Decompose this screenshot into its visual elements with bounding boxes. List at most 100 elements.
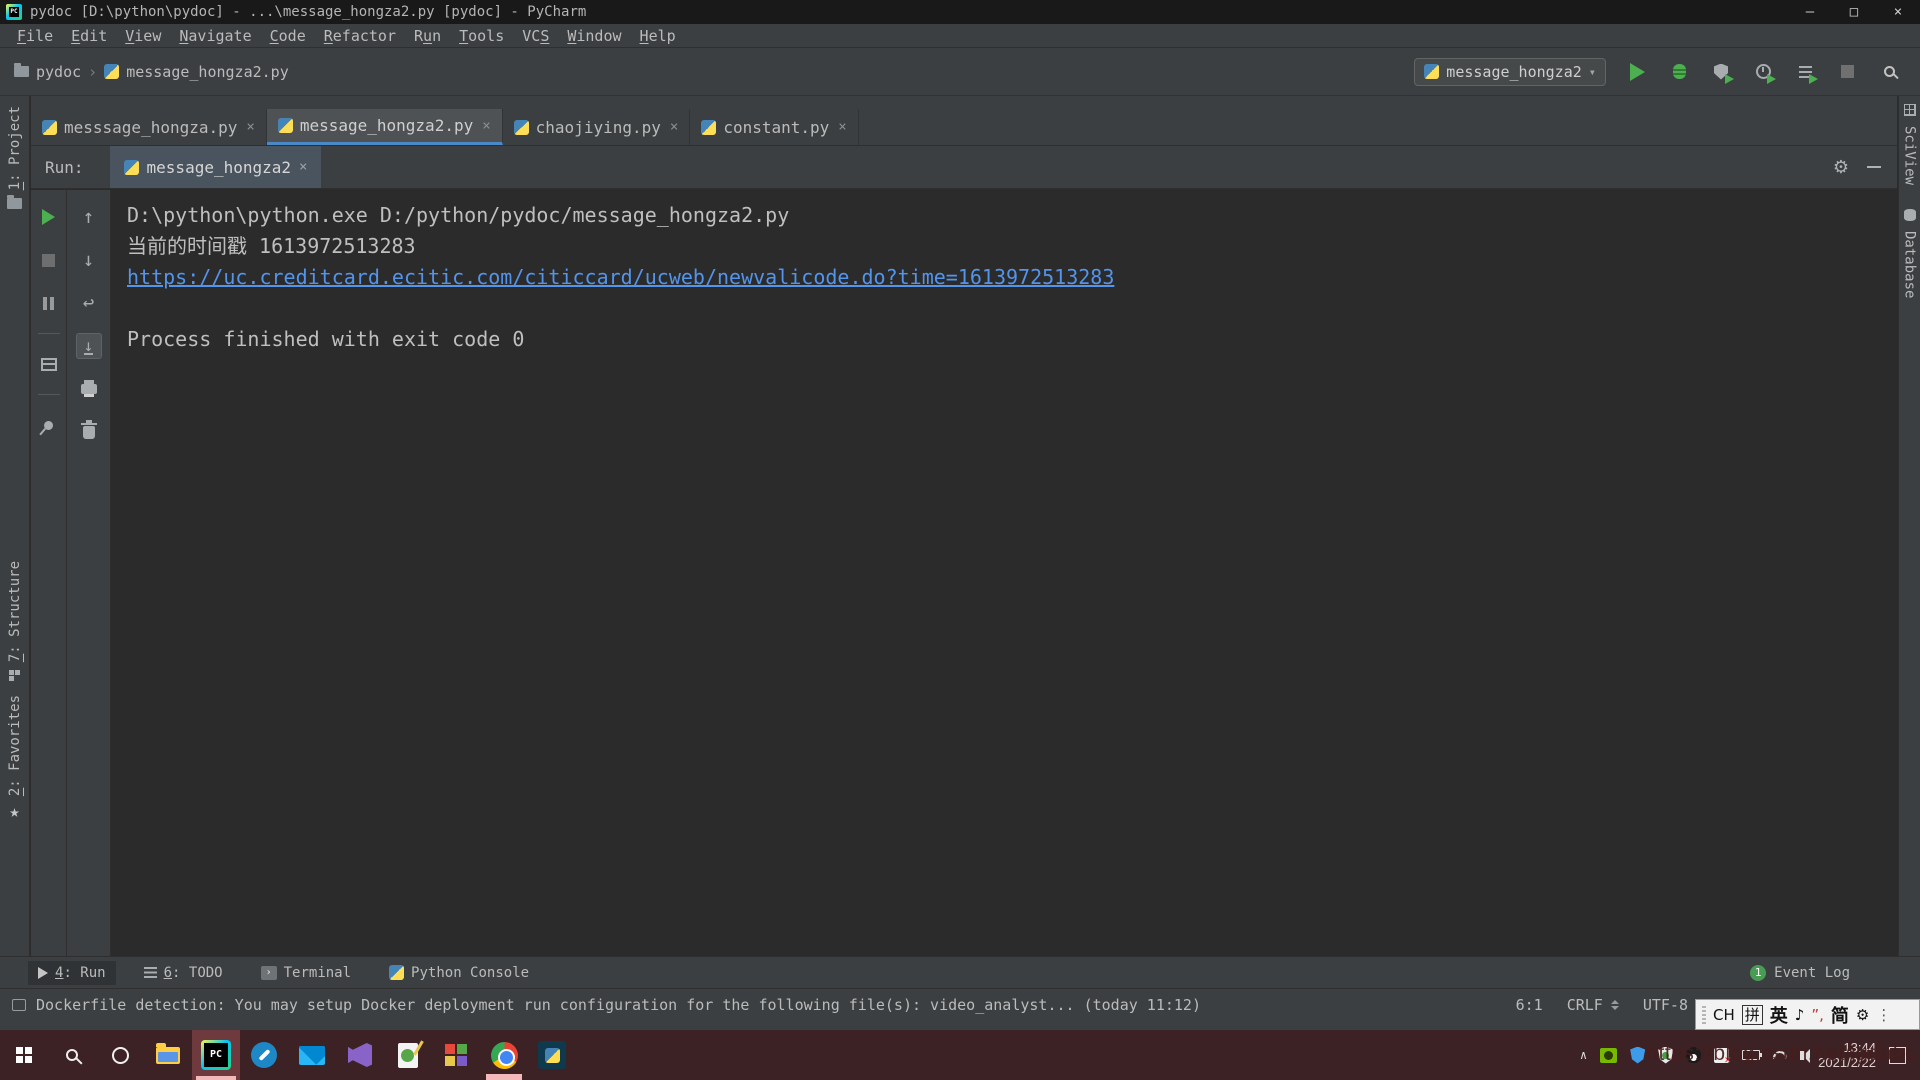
menu-refactor[interactable]: Refactor xyxy=(315,27,405,45)
sidebar-item-project[interactable]: 1: Project xyxy=(7,106,23,190)
file-explorer-button[interactable] xyxy=(144,1030,192,1080)
minimize-button[interactable]: — xyxy=(1788,0,1832,24)
toolwindow-python-console[interactable]: Python Console xyxy=(379,961,539,985)
main-toolbar: pydoc › message_hongza2.py message_hongz… xyxy=(0,48,1920,96)
menu-window[interactable]: Window xyxy=(558,27,630,45)
close-icon[interactable]: × xyxy=(299,159,307,175)
profile-button[interactable] xyxy=(1752,61,1774,83)
menu-vcs[interactable]: VCS xyxy=(513,27,558,45)
run-panel-header: Run: message_hongza2 × ⚙ xyxy=(31,145,1897,189)
breadcrumb: pydoc › message_hongza2.py xyxy=(0,63,289,81)
sidebar-item-structure[interactable]: 7: Structure xyxy=(7,561,23,662)
chevron-down-icon: ▾ xyxy=(1589,65,1596,79)
close-icon[interactable]: × xyxy=(838,119,846,135)
stop-button[interactable] xyxy=(1836,61,1858,83)
soft-wrap-button[interactable]: ↩ xyxy=(76,290,102,316)
python-console-taskbar-button[interactable] xyxy=(528,1030,576,1080)
menu-tools[interactable]: Tools xyxy=(450,27,513,45)
caret-position[interactable]: 6:1 xyxy=(1516,996,1543,1014)
title-bar: PC pydoc [D:\python\pydoc] - ...\message… xyxy=(0,0,1920,24)
python-file-icon xyxy=(124,160,139,175)
menu-code[interactable]: Code xyxy=(261,27,315,45)
menu-file[interactable]: File xyxy=(8,27,62,45)
sidebar-item-sciview[interactable]: SciView xyxy=(1902,126,1918,185)
settings-tool-button[interactable] xyxy=(240,1030,288,1080)
ime-language-indicator[interactable]: CH xyxy=(1713,1006,1735,1024)
rerun-button[interactable] xyxy=(36,204,62,230)
wrap-icon: ↩ xyxy=(83,294,94,313)
console-hyperlink[interactable]: https://uc.creditcard.ecitic.com/citicca… xyxy=(127,262,1897,293)
scroll-to-end-button[interactable]: ↓ xyxy=(76,333,102,359)
menu-edit[interactable]: Edit xyxy=(62,27,116,45)
close-icon[interactable]: × xyxy=(482,118,490,134)
console-command-line: D:\python\python.exe D:/python/pydoc/mes… xyxy=(127,200,1897,231)
toolwindow-terminal[interactable]: › Terminal xyxy=(251,961,361,985)
ime-pinyin-mode[interactable]: 拼 xyxy=(1742,1005,1763,1025)
python-file-icon xyxy=(104,64,119,79)
breadcrumb-file[interactable]: message_hongza2.py xyxy=(126,63,289,81)
ime-settings-gear-icon[interactable]: ⚙ xyxy=(1856,1006,1869,1024)
menu-help[interactable]: Help xyxy=(631,27,685,45)
toolwindow-todo[interactable]: 6: TODO xyxy=(134,961,233,985)
restore-layout-button[interactable] xyxy=(36,351,62,377)
tab-message-hongza2[interactable]: message_hongza2.py × xyxy=(267,109,503,145)
ime-punctuation-toggle[interactable]: ”, xyxy=(1811,1006,1824,1024)
status-message[interactable]: Dockerfile detection: You may setup Dock… xyxy=(36,996,1201,1014)
menu-view[interactable]: View xyxy=(116,27,170,45)
start-button[interactable] xyxy=(0,1030,48,1080)
arrow-down-icon: ↓ xyxy=(83,251,94,270)
close-icon[interactable]: × xyxy=(670,119,678,135)
maximize-button[interactable]: □ xyxy=(1832,0,1876,24)
stop-button[interactable] xyxy=(36,247,62,273)
ime-simplified-toggle[interactable]: 简 xyxy=(1831,1002,1849,1028)
console-output: D:\python\python.exe D:/python/pydoc/mes… xyxy=(111,190,1897,956)
concurrency-diagram-button[interactable] xyxy=(1794,61,1816,83)
drag-handle[interactable] xyxy=(1702,1006,1706,1024)
sidebar-item-favorites[interactable]: 2: Favorites xyxy=(7,695,23,796)
taskbar-search-button[interactable] xyxy=(48,1030,96,1080)
tab-chaojiying[interactable]: chaojiying.py × xyxy=(503,109,691,145)
menu-run[interactable]: Run xyxy=(405,27,450,45)
pause-output-button[interactable] xyxy=(36,290,62,316)
sidebar-item-database[interactable]: Database xyxy=(1902,231,1918,298)
run-configuration-select[interactable]: message_hongza2 ▾ xyxy=(1414,58,1606,86)
ime-more-icon[interactable]: ⋮ xyxy=(1876,1006,1891,1024)
file-encoding[interactable]: UTF-8 xyxy=(1643,996,1688,1014)
run-panel-tab[interactable]: message_hongza2 × xyxy=(110,146,322,188)
cortana-button[interactable] xyxy=(96,1030,144,1080)
clear-all-button[interactable] xyxy=(76,419,102,445)
close-button[interactable]: × xyxy=(1876,0,1920,24)
folder-icon xyxy=(14,66,29,77)
toolwindow-run[interactable]: 4: Run xyxy=(28,961,116,985)
editor-tab-bar: messsage_hongza.py × message_hongza2.py … xyxy=(31,96,1897,145)
event-log-button[interactable]: 1 Event Log xyxy=(1750,965,1920,981)
notes-app-button[interactable] xyxy=(384,1030,432,1080)
run-with-coverage-button[interactable] xyxy=(1710,61,1732,83)
hide-panel-icon[interactable] xyxy=(1867,166,1881,168)
ime-english-toggle[interactable]: 英 xyxy=(1770,1002,1788,1028)
notification-icon xyxy=(12,999,26,1011)
chrome-button[interactable] xyxy=(480,1030,528,1080)
breadcrumb-project[interactable]: pydoc xyxy=(36,63,81,81)
play-icon xyxy=(1809,74,1818,84)
office-app-button[interactable] xyxy=(432,1030,480,1080)
line-separator[interactable]: CRLF xyxy=(1567,996,1603,1014)
gear-icon[interactable]: ⚙ xyxy=(1833,157,1849,178)
pycharm-taskbar-button[interactable]: PC xyxy=(192,1030,240,1080)
console-timestamp-line: 当前的时间戳 1613972513283 xyxy=(127,231,1897,262)
close-icon[interactable]: × xyxy=(246,119,254,135)
tab-constant[interactable]: constant.py × xyxy=(690,109,858,145)
pin-tab-button[interactable] xyxy=(36,412,62,438)
up-stack-trace-button[interactable]: ↑ xyxy=(76,204,102,230)
visual-studio-button[interactable] xyxy=(336,1030,384,1080)
ime-sound-icon[interactable]: ♪ xyxy=(1795,1006,1805,1024)
print-button[interactable] xyxy=(76,376,102,402)
run-button[interactable] xyxy=(1626,61,1648,83)
run-panel-label: Run: xyxy=(31,158,84,177)
mail-button[interactable] xyxy=(288,1030,336,1080)
menu-navigate[interactable]: Navigate xyxy=(170,27,260,45)
tab-messsage-hongza[interactable]: messsage_hongza.py × xyxy=(31,109,267,145)
debug-button[interactable] xyxy=(1668,61,1690,83)
down-stack-trace-button[interactable]: ↓ xyxy=(76,247,102,273)
search-everywhere-button[interactable] xyxy=(1878,61,1900,83)
